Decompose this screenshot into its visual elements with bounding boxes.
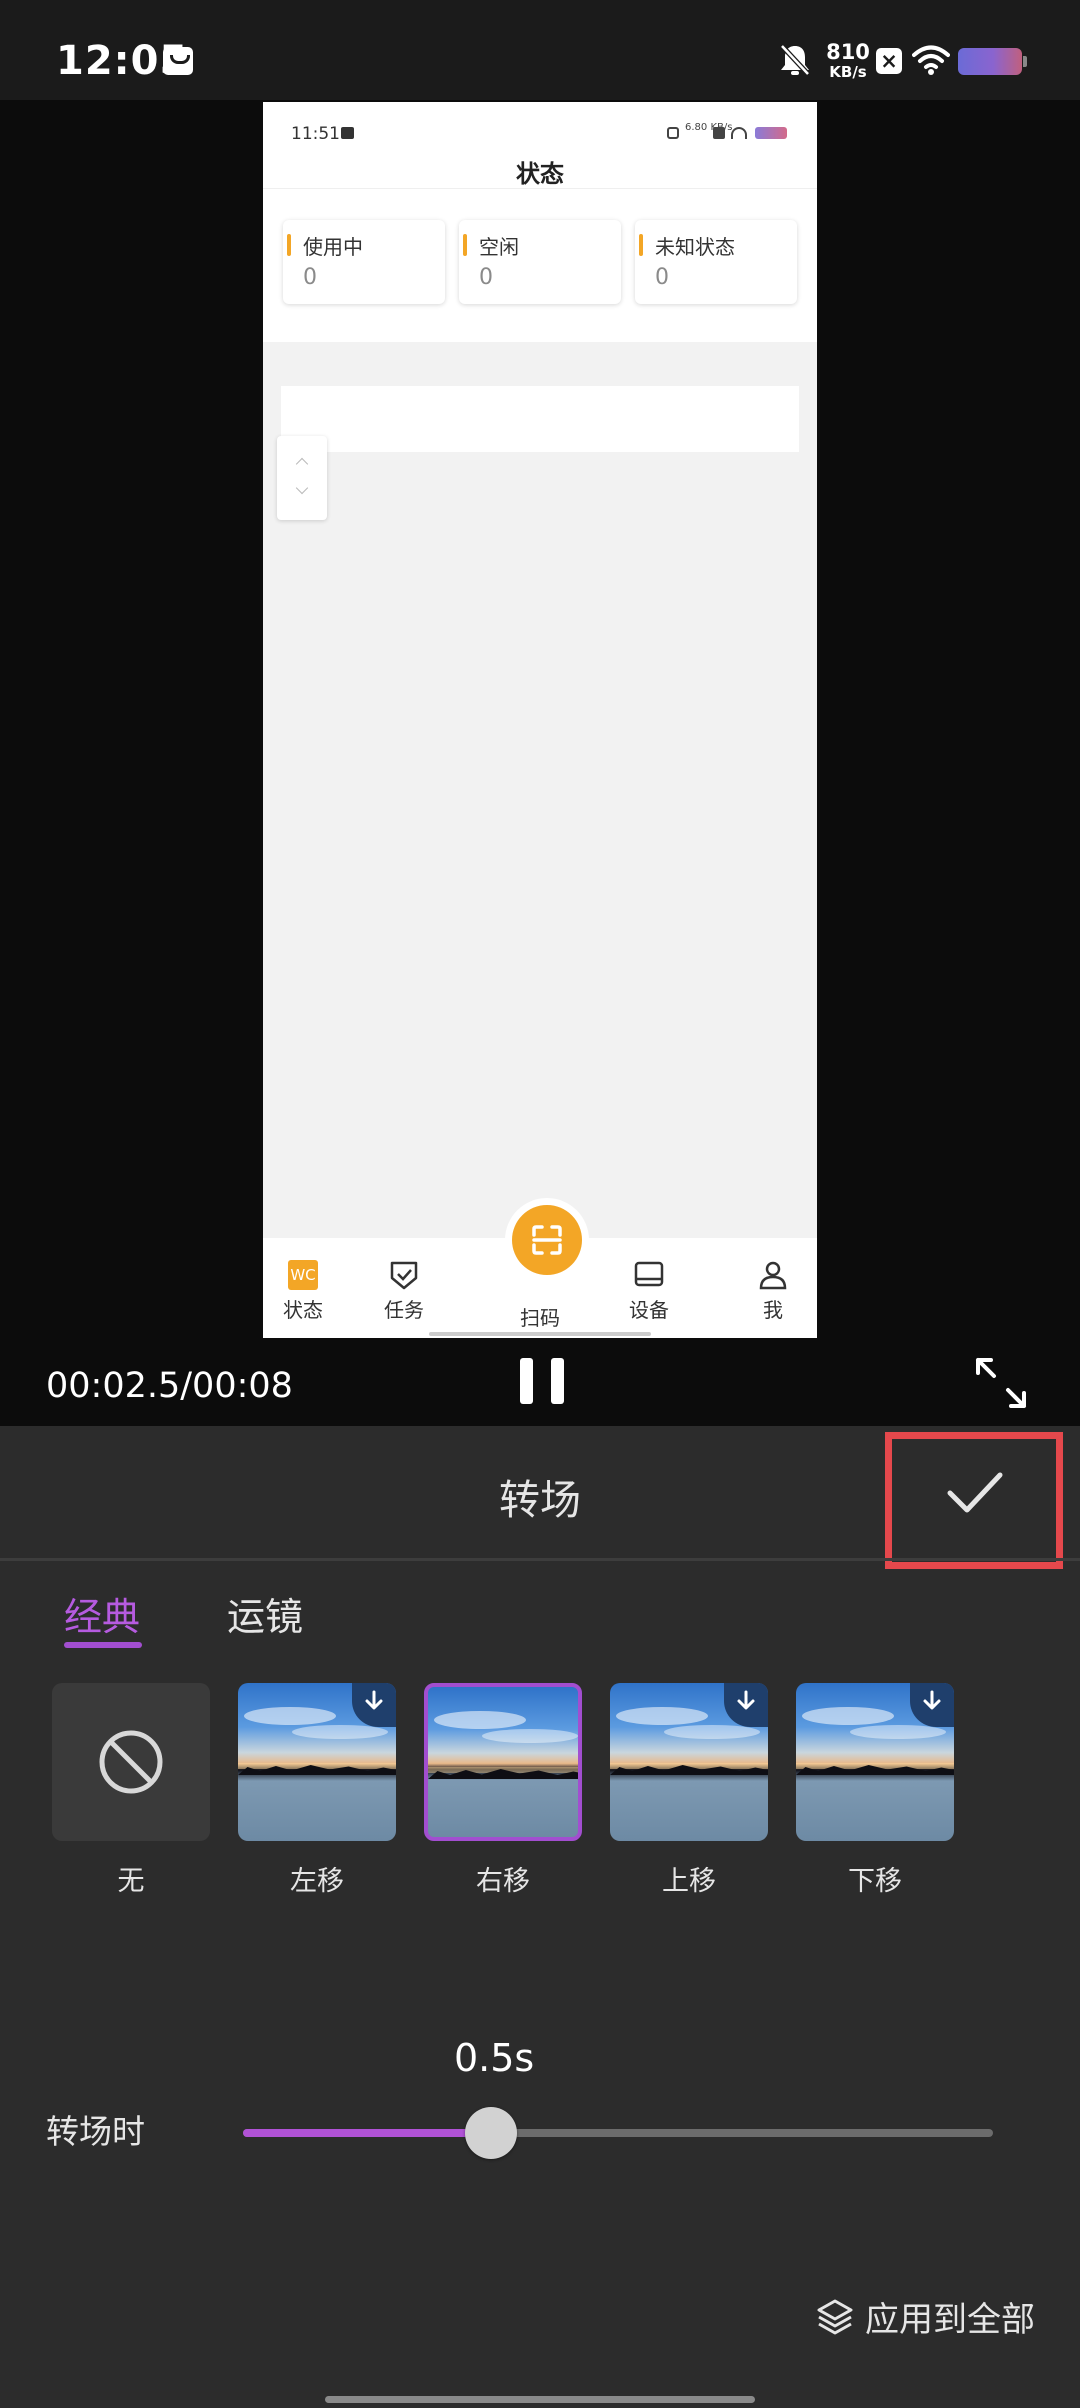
message-icon <box>163 47 193 75</box>
card-label: 未知状态 <box>655 235 735 259</box>
card-value: 0 <box>655 265 669 290</box>
pause-button[interactable] <box>520 1358 564 1408</box>
status-bar: 12:05 810 KB/s × <box>0 0 1080 100</box>
home-indicator <box>325 2396 755 2403</box>
preview-status-card: 未知状态 0 <box>635 220 797 304</box>
fullscreen-button[interactable] <box>974 1356 1028 1410</box>
transition-item-none[interactable]: 无 <box>52 1683 210 1898</box>
transition-item-slide-up[interactable]: 上移 <box>610 1683 768 1898</box>
download-icon <box>737 1690 755 1710</box>
card-accent-bar <box>463 234 467 256</box>
transition-label: 上移 <box>662 1866 716 1897</box>
preview-content-strip <box>281 386 799 452</box>
preview-status-card: 空闲 0 <box>459 220 621 304</box>
preview-status-icons: 6.80 KB/s <box>667 122 787 141</box>
slider-handle[interactable] <box>464 2107 517 2159</box>
transition-thumbnail <box>52 1683 210 1841</box>
pause-icon <box>520 1358 533 1404</box>
card-accent-bar <box>287 234 291 256</box>
preview-nav-label: 设备 <box>629 1298 669 1322</box>
person-icon <box>759 1261 787 1290</box>
card-accent-bar <box>639 234 643 256</box>
preview-scroll-control <box>277 436 327 520</box>
download-icon <box>923 1690 941 1710</box>
chevron-up-icon <box>295 457 309 471</box>
device-icon <box>634 1261 664 1287</box>
transition-label: 左移 <box>290 1866 344 1897</box>
none-icon <box>99 1730 163 1794</box>
preview-message-icon <box>341 127 354 139</box>
confirm-button[interactable] <box>885 1432 1063 1569</box>
preview-nav-me: 我 <box>741 1260 805 1323</box>
preview-scan-fab <box>505 1198 589 1282</box>
transition-label: 下移 <box>848 1866 902 1897</box>
download-badge <box>910 1683 954 1727</box>
x-app-icon: × <box>876 48 902 74</box>
card-label: 空闲 <box>479 235 519 259</box>
transition-thumbnail <box>238 1683 396 1841</box>
playback-time: 00:02.5/00:08 <box>46 1366 293 1406</box>
preview-nav-scan: 扫码 <box>508 1300 572 1331</box>
download-badge <box>352 1683 396 1727</box>
network-speed-value: 810 <box>826 40 870 64</box>
network-speed: 810 KB/s <box>823 42 873 80</box>
transition-item-slide-left[interactable]: 左移 <box>238 1683 396 1898</box>
preview-net-speed: 6.80 KB/s <box>685 122 733 133</box>
transition-panel: 转场 经典 运镜 无 左移 右移 上移 下移 转场时 0.5s 应用到全部 <box>0 1426 1080 2408</box>
preview-wifi-icon <box>731 127 747 139</box>
duration-label: 转场时 <box>46 2112 145 2151</box>
preview-x-icon <box>713 127 725 139</box>
tab-classic[interactable]: 经典 <box>64 1586 140 1641</box>
preview-battery-icon <box>755 127 787 139</box>
preview-divider <box>263 188 817 189</box>
active-tab-indicator <box>64 1642 142 1648</box>
preview-status-card: 使用中 0 <box>283 220 445 304</box>
card-value: 0 <box>303 265 317 290</box>
preview-status-time: 11:51 <box>291 124 340 144</box>
preview-nav-label: 状态 <box>283 1298 323 1322</box>
preview-page-title: 状态 <box>516 160 564 188</box>
card-value: 0 <box>479 265 493 290</box>
task-shield-icon <box>390 1261 418 1290</box>
transition-thumbnail <box>796 1683 954 1841</box>
preview-nav-label: 我 <box>763 1298 783 1322</box>
preview-header: 11:51 6.80 KB/s 状态 使用中 0 空闲 0 未知状态 0 <box>263 102 817 342</box>
slider-fill <box>243 2129 491 2137</box>
card-label: 使用中 <box>303 235 363 259</box>
network-speed-unit: KB/s <box>829 63 867 81</box>
transition-label: 无 <box>117 1866 145 1897</box>
transition-thumbnail <box>610 1683 768 1841</box>
transition-item-slide-right[interactable]: 右移 <box>424 1683 582 1898</box>
transition-thumbnail <box>424 1683 582 1841</box>
duration-slider[interactable] <box>243 2107 993 2159</box>
battery-icon <box>958 48 1027 75</box>
chevron-down-icon <box>295 481 309 495</box>
preview-nav-task: 任务 <box>372 1260 436 1323</box>
status-icon: WC <box>288 1260 318 1290</box>
download-badge <box>724 1683 768 1727</box>
video-preview[interactable]: 11:51 6.80 KB/s 状态 使用中 0 空闲 0 未知状态 0 WC … <box>0 100 1080 1338</box>
preview-home-indicator <box>429 1332 651 1336</box>
preview-nav-status: WC 状态 <box>271 1260 335 1323</box>
preview-frame: 11:51 6.80 KB/s 状态 使用中 0 空闲 0 未知状态 0 WC … <box>263 102 817 1338</box>
preview-nav-device: 设备 <box>617 1260 681 1323</box>
checkmark-icon <box>947 1472 1003 1513</box>
layers-icon <box>817 2299 853 2335</box>
wifi-icon <box>912 45 950 75</box>
apply-to-all-label: 应用到全部 <box>865 2300 1035 2340</box>
tab-camera-movement[interactable]: 运镜 <box>227 1586 303 1641</box>
transition-label: 右移 <box>476 1866 530 1897</box>
download-icon <box>365 1690 383 1710</box>
panel-divider <box>0 1558 1080 1561</box>
scan-icon <box>532 1225 562 1255</box>
preview-nav-label: 扫码 <box>520 1306 560 1330</box>
preview-bell-icon <box>667 127 679 139</box>
preview-nav-label: 任务 <box>384 1298 424 1322</box>
duration-value: 0.5s <box>454 2036 535 2080</box>
transition-item-slide-down[interactable]: 下移 <box>796 1683 954 1898</box>
bell-off-icon <box>780 44 810 76</box>
